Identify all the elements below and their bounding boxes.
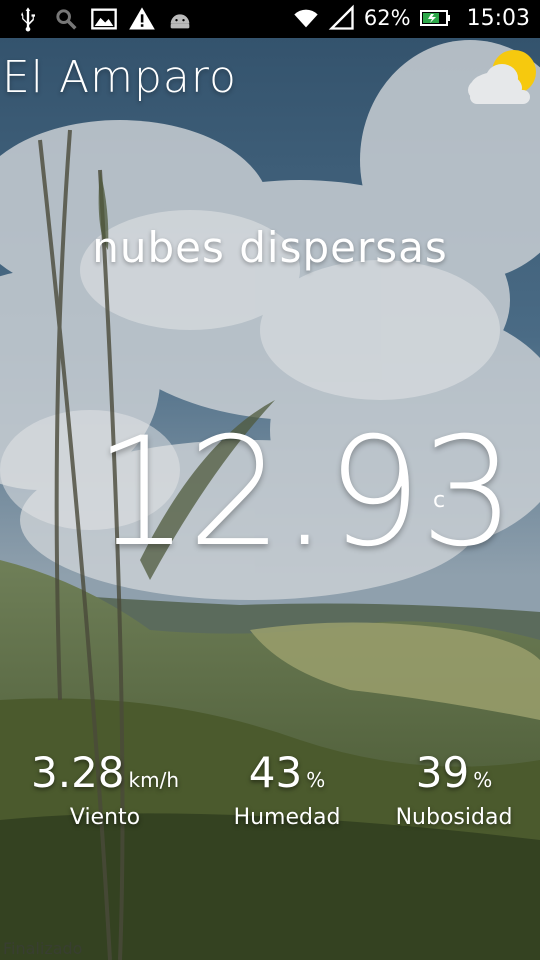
image-icon xyxy=(91,8,117,30)
footer-status: Finalizado xyxy=(3,939,83,958)
wind-value: 3.28 xyxy=(31,748,125,797)
warning-icon xyxy=(129,7,155,30)
wind-label: Viento xyxy=(69,805,141,830)
cloudiness-stat: 39% Nubosidad xyxy=(394,748,514,830)
battery-icon xyxy=(419,10,450,26)
signal-icon xyxy=(328,4,354,30)
humidity-value: 43 xyxy=(248,748,303,797)
android-icon xyxy=(170,14,190,29)
cloudiness-unit: % xyxy=(473,768,493,792)
humidity-unit: % xyxy=(306,768,326,792)
usb-icon xyxy=(21,7,35,32)
humidity-stat: 43% Humedad xyxy=(232,748,342,830)
clock: 15:03 xyxy=(466,5,530,31)
cloudiness-label: Nubosidad xyxy=(395,805,513,830)
temperature-value: 12.93 xyxy=(94,406,515,580)
wifi-icon xyxy=(294,9,318,28)
humidity-label: Humedad xyxy=(233,805,341,830)
search-icon xyxy=(56,9,77,30)
battery-percent: 62% xyxy=(363,6,411,30)
status-bar: 62% 15:03 xyxy=(0,0,540,38)
weather-description: nubes dispersas xyxy=(92,223,448,272)
partly-cloudy-icon xyxy=(468,50,536,104)
city-name: El Amparo xyxy=(2,52,237,103)
wind-stat: 3.28 km/h Viento xyxy=(30,748,180,830)
wind-unit: km/h xyxy=(128,768,179,792)
cloudiness-value: 39 xyxy=(415,748,470,797)
temperature-unit: c xyxy=(433,488,446,513)
